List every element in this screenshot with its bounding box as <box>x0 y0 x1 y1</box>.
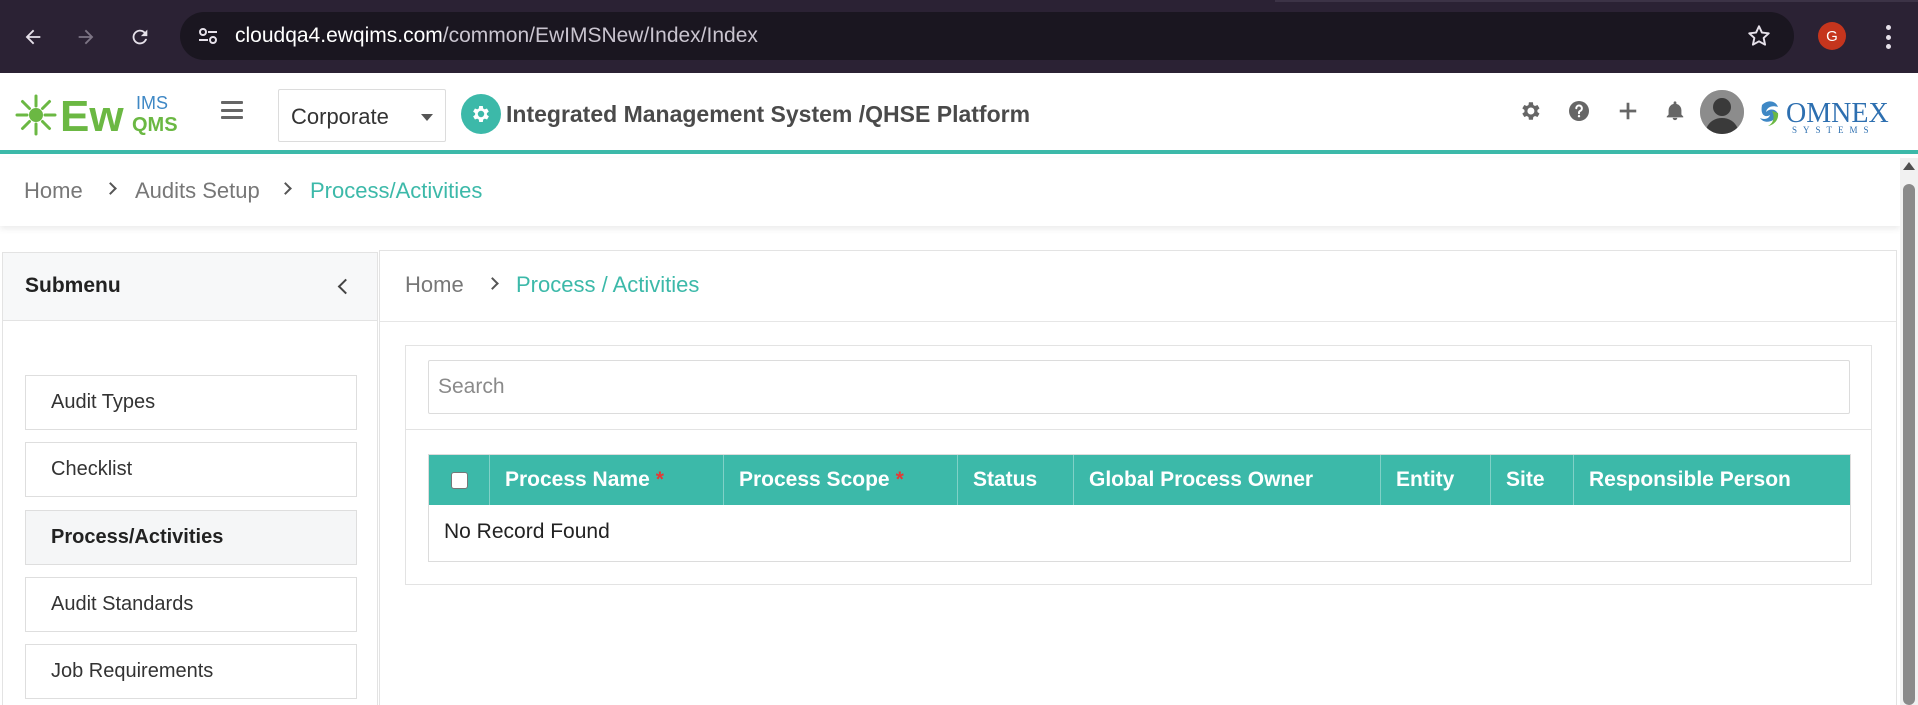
process-table: Process Name * Process Scope * Status Glob… <box>428 454 1851 562</box>
column-label: Global Process Owner <box>1089 468 1314 491</box>
table-header: Process Name * Process Scope * Status Glob… <box>429 455 1850 505</box>
submenu-title: Submenu <box>25 274 121 297</box>
main-breadcrumb-process-activities: Process / Activities <box>516 272 700 297</box>
submenu-item-process-activities[interactable]: Process/Activities <box>25 510 357 565</box>
notification-bell-icon[interactable] <box>1661 97 1689 125</box>
column-responsible-person[interactable]: Responsible Person <box>1574 455 1850 505</box>
column-site[interactable]: Site <box>1491 455 1574 505</box>
submenu-item-label: Audit Standards <box>51 593 194 615</box>
platform-title: Integrated Management System /QHSE Platf… <box>506 101 1031 127</box>
arrow-right-icon <box>78 29 94 45</box>
required-marker: * <box>895 468 904 491</box>
corporate-select-value: Corporate <box>291 104 389 129</box>
logo-bottom-text: QMS <box>132 114 178 136</box>
submenu-panel: Submenu Audit Types Checklist Process/Ac… <box>2 252 378 705</box>
url-path: /common/EwIMSNew/Index/Index <box>442 24 758 47</box>
tab-strip-edge <box>1275 0 1918 2</box>
address-bar[interactable]: cloudqa4.ewqims.com/common/EwIMSNew/Inde… <box>180 12 1794 60</box>
bookmark-star-icon[interactable] <box>1746 23 1772 54</box>
browser-menu-icon[interactable] <box>1874 22 1902 52</box>
main-breadcrumb: Home Process / Activities <box>380 251 1896 322</box>
logo-main-text: Ew <box>60 92 124 141</box>
chevron-right-icon <box>104 182 117 195</box>
breadcrumb: Home Audits Setup Process/Activities <box>0 158 1900 226</box>
menu-toggle-icon[interactable] <box>221 101 243 119</box>
empty-state-text: No Record Found <box>444 520 610 543</box>
select-all-checkbox[interactable] <box>450 471 468 489</box>
logo-top-text: IMS <box>136 93 168 113</box>
platform-gear-icon[interactable] <box>461 94 501 134</box>
scroll-up-arrow-icon[interactable] <box>1903 162 1915 170</box>
column-entity[interactable]: Entity <box>1381 455 1491 505</box>
column-status[interactable]: Status <box>958 455 1074 505</box>
url-text[interactable]: cloudqa4.ewqims.com/common/EwIMSNew/Inde… <box>235 24 758 48</box>
add-plus-icon[interactable] <box>1614 97 1642 125</box>
chevron-right-icon <box>279 182 292 195</box>
reload-button[interactable] <box>122 19 158 55</box>
caret-down-icon <box>421 114 433 121</box>
column-process-name[interactable]: Process Name * <box>490 455 724 505</box>
submenu-item-job-requirements[interactable]: Job Requirements <box>25 644 357 699</box>
required-marker: * <box>655 468 664 491</box>
submenu-item-label: Audit Types <box>51 391 156 413</box>
profile-avatar[interactable]: G <box>1818 22 1846 50</box>
process-card: Process Name* Process Scope* Status Glob… <box>405 345 1872 585</box>
column-label: Process Scope <box>739 468 890 491</box>
submenu-item-label: Job Requirements <box>51 660 214 682</box>
main-breadcrumb-home[interactable]: Home <box>405 272 464 298</box>
column-label: Process Name <box>505 468 650 491</box>
column-label: Responsible Person <box>1589 468 1791 491</box>
search-area <box>406 346 1871 430</box>
column-global-process-owner[interactable]: Global Process Owner <box>1074 455 1381 505</box>
sunburst-icon <box>15 94 57 136</box>
settings-gear-icon[interactable] <box>1516 97 1544 125</box>
submenu-item-audit-types[interactable]: Audit Types <box>25 375 357 430</box>
browser-toolbar: cloudqa4.ewqims.com/common/EwIMSNew/Inde… <box>0 0 1918 73</box>
corporate-select[interactable]: Corporate <box>278 89 446 142</box>
omnex-logo: OMNEX SYSTEMS <box>1756 89 1906 139</box>
reload-icon <box>132 29 148 45</box>
chevron-right-icon <box>486 277 499 290</box>
breadcrumb-process-activities: Process/Activities <box>310 178 483 203</box>
chevron-left-icon[interactable] <box>337 278 354 295</box>
table-body: No Record Found <box>429 505 1850 561</box>
user-avatar[interactable] <box>1700 90 1744 134</box>
column-label: Site <box>1506 468 1545 491</box>
submenu-item-label: Checklist <box>51 458 133 480</box>
user-silhouette-icon <box>1700 90 1744 134</box>
arrow-left-icon <box>25 29 41 45</box>
url-host: cloudqa4.ewqims.com <box>235 24 443 47</box>
app-header: Ew IMS QMS Corporate Integrated Manageme… <box>0 73 1918 154</box>
help-icon[interactable] <box>1565 97 1593 125</box>
ewims-logo[interactable]: Ew IMS QMS <box>14 85 194 141</box>
column-label: Status <box>973 468 1038 491</box>
site-info-icon[interactable] <box>196 24 220 53</box>
back-button[interactable] <box>15 19 51 55</box>
forward-button[interactable] <box>68 19 104 55</box>
breadcrumb-audits-setup[interactable]: Audits Setup <box>135 178 260 204</box>
search-input[interactable] <box>428 360 1850 414</box>
column-process-scope[interactable]: Process Scope * <box>724 455 958 505</box>
omnex-sub-text: SYSTEMS <box>1792 125 1875 135</box>
column-label: Entity <box>1396 468 1455 491</box>
scrollbar-thumb[interactable] <box>1903 184 1915 705</box>
breadcrumb-home[interactable]: Home <box>24 178 83 204</box>
submenu-item-label: Process/Activities <box>51 526 224 548</box>
select-all-cell <box>429 455 490 505</box>
submenu-item-audit-standards[interactable]: Audit Standards <box>25 577 357 632</box>
submenu-item-checklist[interactable]: Checklist <box>25 442 357 497</box>
submenu-header: Submenu <box>3 253 377 321</box>
main-panel: Home Process / Activities Process Name* … <box>379 250 1897 705</box>
